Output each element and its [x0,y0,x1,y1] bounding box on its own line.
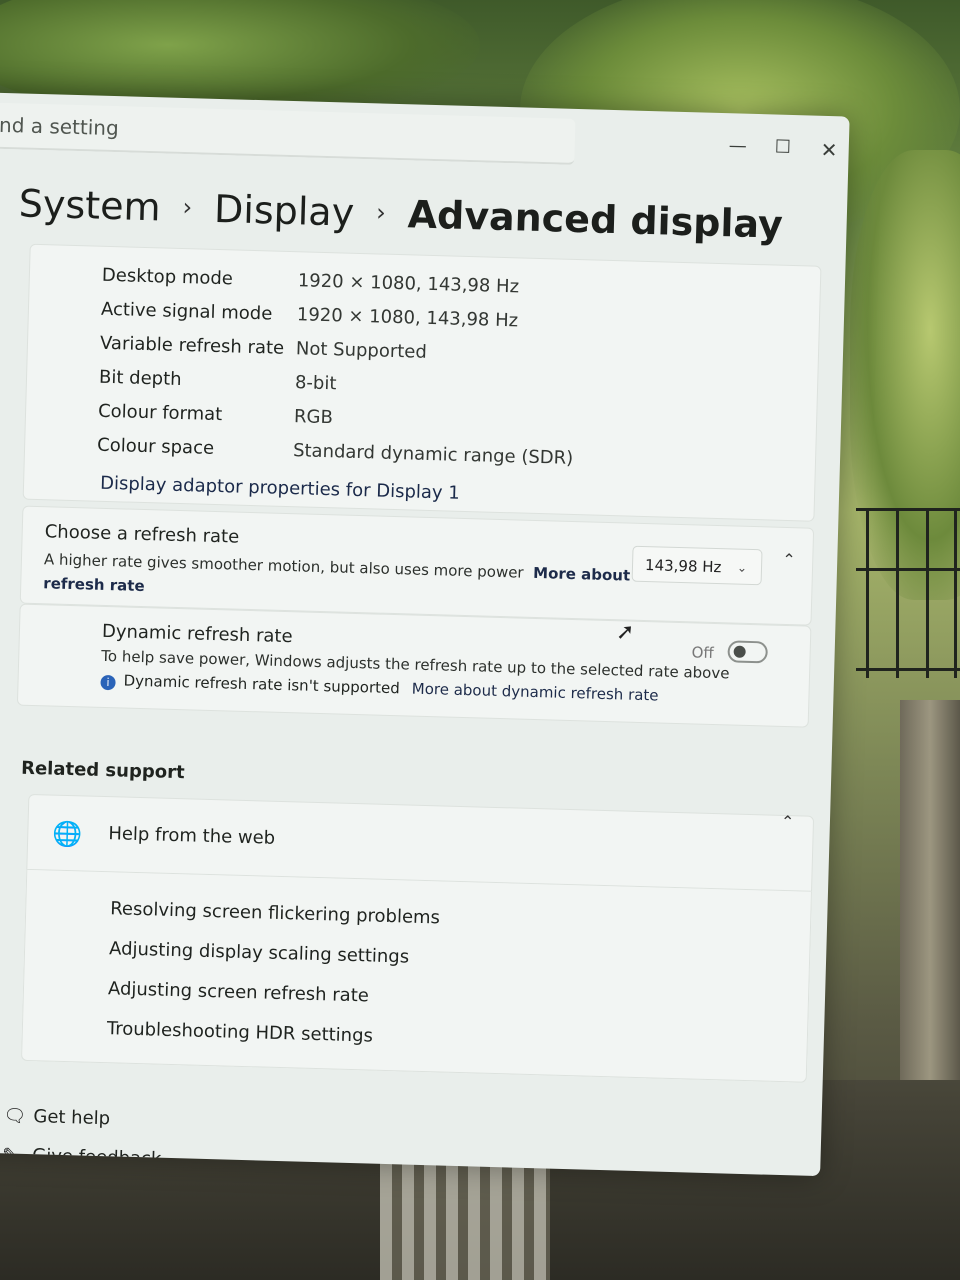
info-row: Colour space Standard dynamic range (SDR) [97,435,574,469]
info-row: Bit depth 8-bit [99,367,337,395]
help-link[interactable]: Troubleshooting HDR settings [107,1018,374,1046]
toggle-knob [733,645,746,658]
info-icon: i [100,674,116,691]
info-row: Variable refresh rate Not Supported [100,333,427,363]
chevron-down-icon: ⌄ [736,560,748,575]
refresh-rate-title: Choose a refresh rate [44,521,240,548]
info-value: 1920 × 1080, 143,98 Hz [297,270,520,298]
globe-icon: 🌐 [51,819,83,849]
breadcrumb-separator: › [375,198,387,227]
related-support-heading: Related support [20,757,185,784]
help-icon: 🗨 [3,1105,27,1127]
breadcrumb-separator: › [182,192,193,222]
info-row: Desktop mode 1920 × 1080, 143,98 Hz [102,265,520,298]
breadcrumb-system[interactable]: System [18,181,161,229]
info-row: Colour format RGB [98,401,333,429]
page-title: Advanced display [407,192,784,247]
info-value: 1920 × 1080, 143,98 Hz [296,304,519,332]
help-links-list: Resolving screen flickering problems Adj… [20,869,812,1083]
info-label: Colour space [96,434,215,459]
mouse-cursor-icon: ➚ [616,620,635,645]
minimize-button[interactable]: — [729,135,748,156]
refresh-rate-dropdown[interactable]: 143,98 Hz ⌄ [631,545,763,586]
info-value: 8-bit [294,372,337,395]
maximize-button[interactable]: ☐ [774,136,791,157]
settings-window: nd a setting — ☐ ✕ System › Display › Advanc… [0,92,850,1177]
breadcrumb: System › Display › Advanced display [18,181,783,246]
refresh-rate-selected: 143,98 Hz [644,556,722,577]
info-label: Variable refresh rate [99,332,285,359]
toggle-state-label: Off [691,643,715,662]
help-link[interactable]: Adjusting screen refresh rate [108,978,369,1006]
chevron-up-icon[interactable]: ⌃ [781,812,795,831]
get-help-link[interactable]: 🗨 Get help [3,1105,163,1130]
display-information-card: Desktop mode 1920 × 1080, 143,98 Hz Activ… [22,243,822,522]
info-label: Active signal mode [100,298,273,325]
bridge-railing [856,508,960,708]
info-row: Active signal mode 1920 × 1080, 143,98 Hz [101,299,519,332]
info-label: Desktop mode [101,264,234,290]
dynamic-refresh-note-text: Dynamic refresh rate isn't supported [123,671,401,698]
info-label: Colour format [97,400,223,426]
dynamic-refresh-toggle[interactable] [727,640,768,664]
dynamic-refresh-title: Dynamic refresh rate [101,620,293,648]
info-value: RGB [293,406,334,429]
display-adapter-properties-link[interactable]: Display adaptor properties for Display 1 [100,473,460,504]
help-link[interactable]: Resolving screen flickering problems [110,898,440,928]
close-button[interactable]: ✕ [820,138,837,162]
more-about-dynamic-refresh-link[interactable]: More about dynamic refresh rate [412,680,659,705]
info-value: Standard dynamic range (SDR) [292,440,574,469]
get-help-label: Get help [33,1106,111,1130]
chevron-up-icon[interactable]: ⌃ [782,550,796,569]
refresh-rate-description: A higher rate gives smoother motion, but… [43,547,644,612]
help-from-web-title: Help from the web [108,823,276,849]
breadcrumb-display[interactable]: Display [214,187,355,235]
info-value: Not Supported [295,338,428,363]
search-input[interactable]: nd a setting [0,102,576,165]
dynamic-refresh-card: Dynamic refresh rate To help save power,… [16,603,812,728]
help-link[interactable]: Adjusting display scaling settings [109,938,410,967]
info-label: Bit depth [98,366,182,391]
